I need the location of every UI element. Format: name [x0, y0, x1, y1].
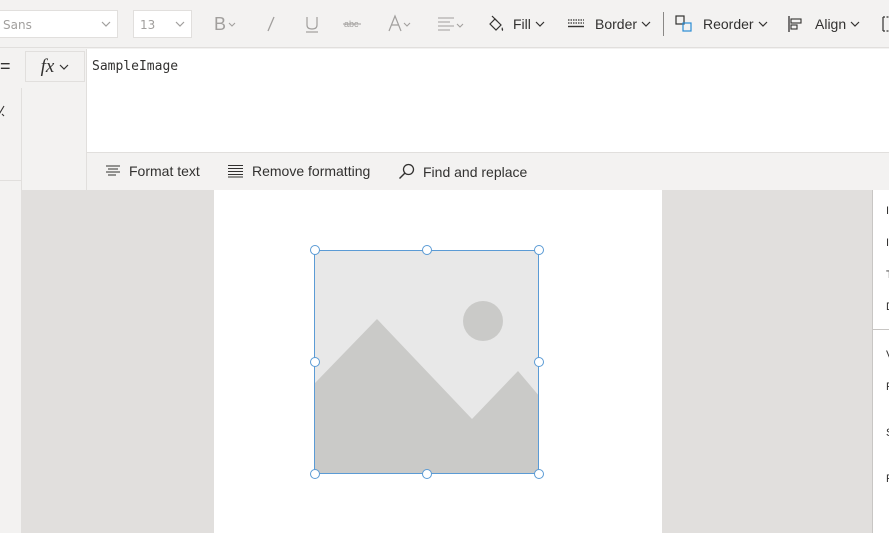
reorder-button[interactable]: Reorder [675, 10, 768, 38]
border-label: Border [595, 16, 638, 32]
left-panel-divider [0, 180, 22, 181]
border-button[interactable]: Border [567, 10, 651, 38]
properties-divider [873, 329, 889, 330]
align-label: Align [815, 16, 847, 32]
chevron-down-icon [175, 21, 185, 27]
border-style-icon [568, 19, 584, 28]
fx-icon: fx [40, 55, 55, 77]
font-family-value: Sans [3, 18, 32, 32]
more-layout-button[interactable] [880, 10, 889, 38]
distribute-icon [882, 16, 889, 32]
ribbon-toolbar: Sans 13 B abc Fill Border Reorder Align [0, 0, 889, 48]
image-placeholder-icon [315, 301, 538, 473]
underline-icon [306, 17, 318, 33]
paint-bucket-icon [489, 15, 504, 31]
formula-input[interactable]: SampleImage [92, 59, 178, 74]
resize-handle-bottom[interactable] [422, 469, 432, 479]
reorder-icon [675, 15, 692, 32]
align-left-icon [788, 16, 802, 32]
formula-tools-bar: Format text Remove formatting Find and r… [87, 152, 889, 190]
image-control[interactable] [314, 250, 539, 474]
font-size-value: 13 [140, 18, 156, 32]
resize-handle-bottom-left[interactable] [310, 469, 320, 479]
chevron-down-icon [101, 21, 111, 27]
bold-icon: B [214, 14, 236, 34]
strikethrough-icon: abc [343, 19, 361, 29]
remove-formatting-icon [228, 165, 243, 178]
left-panel-strip [0, 88, 22, 533]
svg-text:B: B [214, 14, 226, 34]
search-icon [399, 163, 415, 179]
design-canvas[interactable] [22, 190, 872, 533]
format-text-button[interactable]: Format text [105, 163, 200, 179]
find-replace-label: Find and replace [423, 163, 528, 180]
toolbar-divider [663, 12, 664, 36]
underline-button[interactable] [304, 10, 320, 38]
font-family-dropdown[interactable]: Sans [0, 10, 118, 38]
bold-button[interactable]: B [214, 10, 238, 38]
remove-formatting-label: Remove formatting [252, 163, 371, 179]
font-size-dropdown[interactable]: 13 [133, 10, 192, 38]
resize-handle-right[interactable] [534, 357, 544, 367]
align-button[interactable]: Align [787, 10, 860, 38]
function-button[interactable]: fx [25, 51, 85, 82]
resize-handle-bottom-right[interactable] [534, 469, 544, 479]
find-replace-button[interactable]: Find and replace [398, 163, 527, 180]
font-color-button[interactable] [387, 10, 415, 38]
properties-panel: I I T D V F S F [872, 190, 889, 533]
format-text-label: Format text [129, 163, 200, 179]
format-text-icon [106, 165, 120, 176]
remove-formatting-button[interactable]: Remove formatting [227, 163, 370, 179]
close-icon[interactable] [0, 105, 6, 117]
chevron-down-icon [59, 64, 69, 70]
resize-handle-left[interactable] [310, 357, 320, 367]
app-screen[interactable] [214, 190, 662, 533]
fill-button[interactable]: Fill [487, 10, 545, 38]
italic-button[interactable] [265, 10, 277, 38]
italic-icon [267, 16, 275, 32]
font-color-icon [388, 14, 411, 32]
text-align-button[interactable] [437, 10, 465, 38]
chevron-down-icon [758, 21, 768, 27]
text-align-icon [438, 17, 464, 31]
fill-label: Fill [513, 16, 531, 32]
chevron-down-icon [641, 21, 651, 27]
strikethrough-button[interactable]: abc [343, 10, 361, 38]
chevron-down-icon [535, 21, 545, 27]
resize-handle-top-right[interactable] [534, 245, 544, 255]
resize-handle-top[interactable] [422, 245, 432, 255]
reorder-label: Reorder [703, 16, 754, 32]
chevron-down-icon [850, 21, 860, 27]
formula-editor[interactable]: SampleImage Format text Remove formattin… [86, 49, 889, 190]
resize-handle-top-left[interactable] [310, 245, 320, 255]
property-equals-sign: = [0, 56, 11, 76]
